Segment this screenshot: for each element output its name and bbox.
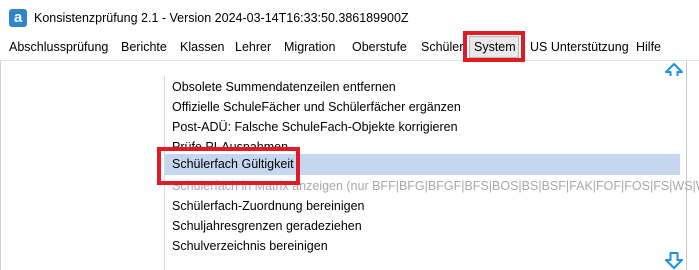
- window-title: Konsistenzprüfung 2.1 - Version 2024-03-…: [34, 11, 409, 25]
- menu-item-schuelerfach-gueltigkeit[interactable]: Schülerfach Gültigkeit: [165, 154, 680, 175]
- title-bar: a Konsistenzprüfung 2.1 - Version 2024-0…: [0, 0, 699, 34]
- menu-item-offizielle-schulefaecher[interactable]: Offizielle SchuleFächer und Schülerfäche…: [165, 97, 680, 117]
- menu-migration[interactable]: Migration: [284, 34, 335, 60]
- menu-schueler[interactable]: Schüler: [421, 34, 463, 60]
- app-logo-icon: a: [9, 9, 27, 27]
- menu-item-obsolete-summendatenzeilen[interactable]: Obsolete Summendatenzeilen entfernen: [165, 77, 680, 97]
- menu-abschlusspruefung[interactable]: Abschlussprüfung: [9, 34, 108, 60]
- menu-item-schuelerfach-in-matrix: Schülerfach in Matrix anzeigen (nur BFF|…: [172, 179, 699, 193]
- system-dropdown-menu: Obsolete Summendatenzeilen entfernen Off…: [164, 76, 699, 270]
- menu-us-unterstuetzung[interactable]: US Unterstützung: [530, 34, 629, 60]
- menu-oberstufe[interactable]: Oberstufe: [352, 34, 407, 60]
- menu-item-schuljahresgrenzen[interactable]: Schuljahresgrenzen geradeziehen: [165, 216, 680, 236]
- content-right-border: [686, 61, 687, 270]
- menu-item-schulverzeichnis-bereinigen[interactable]: Schulverzeichnis bereinigen: [165, 236, 680, 256]
- menu-system[interactable]: System: [469, 36, 519, 58]
- menu-lehrer[interactable]: Lehrer: [235, 34, 271, 60]
- menu-item-post-adue-korrigieren[interactable]: Post-ADÜ: Falsche SchuleFach-Objekte kor…: [165, 117, 680, 137]
- menu-bar: Abschlussprüfung Berichte Klassen Lehrer…: [0, 34, 699, 61]
- menu-berichte[interactable]: Berichte: [121, 34, 167, 60]
- menu-klassen[interactable]: Klassen: [180, 34, 224, 60]
- menu-hilfe[interactable]: Hilfe: [636, 34, 661, 60]
- menu-item-schuelerfach-zuordnung[interactable]: Schülerfach-Zuordnung bereinigen: [165, 196, 680, 216]
- scroll-down-arrow-icon[interactable]: [664, 250, 684, 270]
